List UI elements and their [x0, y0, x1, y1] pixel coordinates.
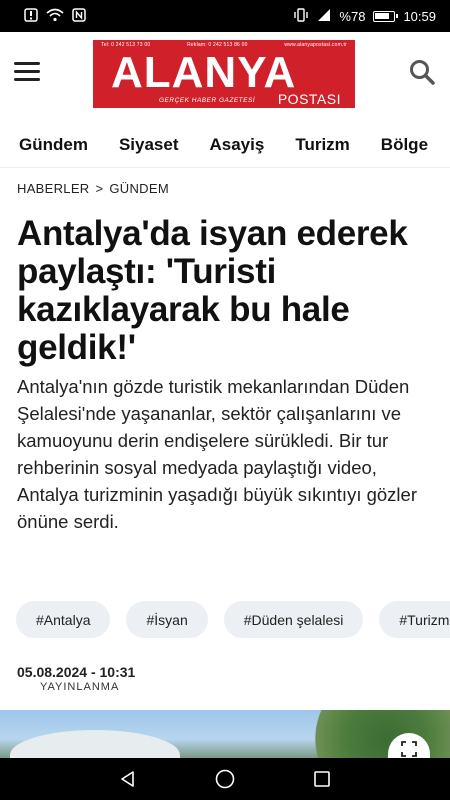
back-icon[interactable]	[118, 769, 138, 789]
site-logo[interactable]: Tel: 0 242 513 73 00 Reklam: 0 242 513 8…	[93, 40, 355, 108]
logo-subtitle: POSTASI	[277, 91, 341, 107]
publish-date: 05.08.2024 - 10:31	[17, 664, 136, 680]
status-bar: %78 10:59	[0, 0, 450, 32]
tag-duden-selalesi[interactable]: #Düden şelalesi	[223, 601, 364, 638]
notification-icon	[24, 7, 38, 25]
breadcrumb-gundem[interactable]: GÜNDEM	[109, 181, 169, 196]
nfc-icon	[72, 7, 86, 25]
wifi-icon	[46, 8, 64, 25]
vibrate-icon	[293, 7, 309, 25]
tag-turizm[interactable]: #Turizm	[379, 601, 450, 638]
home-icon[interactable]	[214, 768, 236, 790]
signal-icon	[317, 8, 331, 25]
article-headline: Antalya'da isyan ederek paylaştı: 'Turis…	[17, 214, 408, 367]
system-nav-bar	[0, 758, 450, 800]
breadcrumb-haberler[interactable]: HABERLER	[17, 181, 89, 196]
recents-icon[interactable]	[312, 769, 332, 789]
tag-antalya[interactable]: #Antalya	[16, 601, 111, 638]
article-image[interactable]	[0, 710, 450, 758]
nav-item-gundem[interactable]: Gündem	[19, 135, 88, 155]
breadcrumb: HABERLER > GÜNDEM	[17, 181, 169, 196]
tag-list: #Antalya #İsyan #Düden şelalesi #Turizm	[16, 601, 450, 639]
menu-icon[interactable]	[14, 62, 40, 82]
nav-item-siyaset[interactable]: Siyaset	[119, 135, 179, 155]
tag-isyan[interactable]: #İsyan	[126, 601, 208, 638]
nav-item-asayis[interactable]: Asayiş	[210, 135, 265, 155]
status-left	[24, 7, 86, 25]
article-summary: Antalya'nın gözde turistik mekanlarından…	[17, 376, 417, 532]
nav-item-bolge[interactable]: Bölge	[381, 135, 428, 155]
clock: 10:59	[403, 8, 436, 24]
published-label: YAYINLANMA	[40, 681, 120, 693]
image-dome	[10, 730, 180, 758]
nav-item-turizm[interactable]: Turizm	[295, 135, 349, 155]
breadcrumb-separator: >	[95, 181, 104, 196]
category-nav: Gündem Siyaset Asayiş Turizm Bölge	[0, 122, 450, 168]
search-icon[interactable]	[408, 58, 436, 86]
status-right: %78 10:59	[293, 7, 436, 25]
logo-name: ALANYA	[111, 48, 297, 97]
battery-icon	[373, 10, 399, 22]
battery-percent: %78	[339, 8, 366, 24]
logo-tagline: GERÇEK HABER GAZETESİ	[159, 97, 256, 104]
site-header: Tel: 0 242 513 73 00 Reklam: 0 242 513 8…	[0, 32, 450, 122]
